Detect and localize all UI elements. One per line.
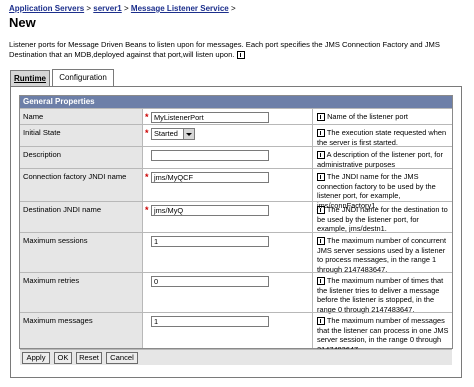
reset-button[interactable]: Reset	[76, 352, 102, 364]
field-label: Maximum sessions	[20, 233, 143, 272]
page-description-text: Listener ports for Message Driven Beans …	[9, 40, 440, 59]
properties-table: General Properties Name * MyListenerPort…	[19, 95, 453, 365]
connection-factory-jndi-input[interactable]: jms/MyQCF	[151, 172, 269, 183]
field-label: Destination JNDI name	[20, 202, 143, 232]
field-help: The maximum number of messages that the …	[314, 313, 452, 354]
row-name: Name * MyListenerPort Name of the listen…	[20, 108, 452, 124]
cancel-button[interactable]: Cancel	[106, 352, 138, 364]
field-value-cell: * jms/MyQCF	[143, 169, 313, 201]
field-value-cell: * Started	[143, 125, 313, 146]
field-help: Name of the listener port	[314, 109, 452, 124]
info-icon	[317, 129, 325, 138]
button-bar: Apply OK Reset Cancel	[20, 349, 452, 365]
info-icon	[317, 237, 325, 246]
breadcrumb-separator: >	[86, 4, 92, 13]
field-help: The maximum number of concurrent JMS ser…	[314, 233, 452, 274]
tab-runtime[interactable]: Runtime	[10, 70, 50, 86]
row-maximum-messages: Maximum messages 1 The maximum number of…	[20, 312, 452, 354]
info-icon	[317, 277, 325, 286]
destination-jndi-input[interactable]: jms/MyQ	[151, 205, 269, 216]
breadcrumb-separator: >	[124, 4, 129, 13]
row-description: Description A description of the listene…	[20, 146, 452, 169]
breadcrumb: Application Servers > server1 > Message …	[9, 4, 236, 13]
field-value-cell: * MyListenerPort	[143, 109, 313, 124]
name-input[interactable]: MyListenerPort	[151, 112, 269, 123]
field-value-cell: 1	[143, 313, 313, 348]
row-connection-factory-jndi: Connection factory JNDI name * jms/MyQCF…	[20, 168, 452, 210]
help-text: A description of the listener port, for …	[317, 150, 443, 169]
required-marker: *	[145, 205, 149, 215]
field-value-cell	[143, 147, 313, 168]
description-input[interactable]	[151, 150, 269, 161]
row-destination-jndi: Destination JNDI name * jms/MyQ The JNDI…	[20, 201, 452, 233]
apply-button[interactable]: Apply	[22, 352, 50, 364]
chevron-down-icon[interactable]	[183, 129, 194, 139]
configuration-panel: General Properties Name * MyListenerPort…	[10, 86, 462, 378]
field-label: Connection factory JNDI name	[20, 169, 143, 201]
row-maximum-sessions: Maximum sessions 1 The maximum number of…	[20, 232, 452, 274]
breadcrumb-server1[interactable]: server1	[93, 4, 121, 13]
page-description: Listener ports for Message Driven Beans …	[9, 40, 459, 60]
info-icon	[317, 173, 325, 182]
info-icon	[317, 317, 325, 326]
maximum-sessions-input[interactable]: 1	[151, 236, 269, 247]
info-icon	[317, 206, 325, 215]
select-value: Started	[154, 129, 178, 138]
required-marker: *	[145, 112, 149, 122]
field-help: A description of the listener port, for …	[314, 147, 452, 169]
field-help: The JNDI name for the JMS connection fac…	[314, 169, 452, 210]
help-text: The maximum number of times that the lis…	[317, 276, 444, 314]
breadcrumb-application-servers[interactable]: Application Servers	[9, 4, 84, 13]
ok-button[interactable]: OK	[54, 352, 72, 364]
field-help: The execution state requested when the s…	[314, 125, 452, 147]
field-label: Maximum messages	[20, 313, 143, 348]
field-label: Description	[20, 147, 143, 168]
info-icon	[317, 113, 325, 122]
required-marker: *	[145, 128, 149, 138]
info-icon[interactable]	[236, 51, 245, 59]
breadcrumb-message-listener-service[interactable]: Message Listener Service	[131, 4, 229, 13]
field-label: Maximum retries	[20, 273, 143, 312]
breadcrumb-separator: >	[230, 4, 236, 13]
field-value-cell: * jms/MyQ	[143, 202, 313, 232]
required-marker: *	[145, 172, 149, 182]
help-text: Name of the listener port	[327, 112, 408, 121]
help-text: The maximum number of concurrent JMS ser…	[317, 236, 447, 274]
field-label: Name	[20, 109, 143, 124]
section-header: General Properties	[20, 96, 452, 108]
field-value-cell: 0	[143, 273, 313, 312]
row-initial-state: Initial State * Started The execution st…	[20, 124, 452, 147]
help-text: The maximum number of messages that the …	[317, 316, 449, 354]
field-help: The JNDI name for the destination to be …	[314, 202, 452, 233]
page-title: New	[9, 15, 36, 30]
tab-configuration[interactable]: Configuration	[52, 69, 114, 87]
maximum-messages-input[interactable]: 1	[151, 316, 269, 327]
help-text: The execution state requested when the s…	[317, 128, 447, 147]
maximum-retries-input[interactable]: 0	[151, 276, 269, 287]
field-value-cell: 1	[143, 233, 313, 272]
help-text: The JNDI name for the destination to be …	[317, 205, 448, 233]
initial-state-select[interactable]: Started	[151, 128, 195, 140]
field-help: The maximum number of times that the lis…	[314, 273, 452, 314]
field-label: Initial State	[20, 125, 143, 146]
info-icon	[317, 151, 325, 160]
row-maximum-retries: Maximum retries 0 The maximum number of …	[20, 272, 452, 314]
